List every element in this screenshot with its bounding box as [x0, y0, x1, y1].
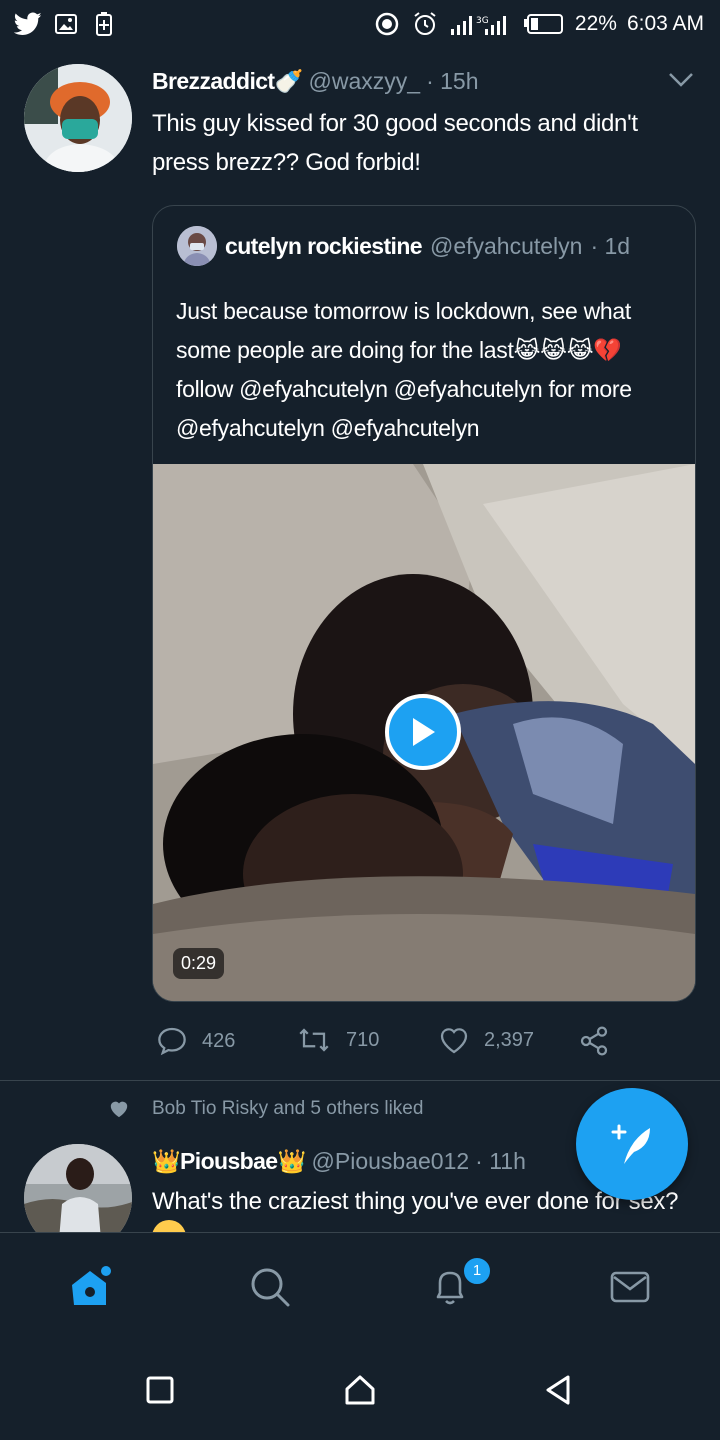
- home-icon: [72, 1266, 111, 1305]
- signal-strength-icon: 3G: [449, 10, 513, 38]
- social-context-text: Bob Tio Risky and 5 others liked: [152, 1098, 424, 1119]
- username[interactable]: @waxzyy_: [309, 68, 421, 95]
- video-player[interactable]: 0:29: [153, 464, 695, 1001]
- tab-messages[interactable]: [606, 1263, 654, 1311]
- heart-icon: [110, 1101, 128, 1118]
- quoted-tweet-text: Just because tomorrow is lockdown, see w…: [176, 298, 632, 441]
- quoted-avatar: [177, 226, 217, 266]
- avatar[interactable]: [24, 64, 132, 172]
- tweet-header: Brezzaddict🍼 @waxzyy_ · 15h: [152, 68, 479, 95]
- retweet-count: 710: [346, 1028, 380, 1051]
- display-name[interactable]: 👑Piousbae👑: [152, 1148, 306, 1175]
- emoji-icon: [152, 1220, 186, 1232]
- quoted-display-name: cutelyn rockiestine: [225, 232, 423, 259]
- image-notification-icon: [52, 10, 80, 38]
- mail-icon: [610, 1271, 650, 1303]
- play-button[interactable]: [385, 694, 461, 770]
- divider: [0, 1080, 720, 1081]
- quoted-timestamp: · 1d: [590, 232, 631, 259]
- status-bar: 3G 22% 6:03 AM: [0, 0, 720, 50]
- share-button[interactable]: [578, 1025, 610, 1057]
- reply-icon: [158, 1027, 186, 1056]
- square-icon: [146, 1376, 174, 1404]
- tweet-text: This guy kissed for 30 good seconds and …: [152, 110, 638, 176]
- reply-button[interactable]: 426: [156, 1025, 235, 1057]
- feather-plus-icon: [611, 1124, 650, 1164]
- like-button[interactable]: 2,397: [438, 1025, 534, 1055]
- tab-search[interactable]: [246, 1263, 294, 1311]
- quoted-tweet[interactable]: cutelyn rockiestine @efyahcutelyn · 1d J…: [152, 205, 696, 1002]
- twitter-notification-icon: [14, 10, 42, 38]
- heart-icon: [440, 1028, 468, 1054]
- back-triangle-icon: [546, 1375, 570, 1405]
- battery-icon: [523, 10, 565, 38]
- retweet-button[interactable]: 710: [296, 1025, 379, 1055]
- share-icon: [580, 1026, 608, 1056]
- home-button[interactable]: [342, 1372, 378, 1408]
- quoted-tweet-header: cutelyn rockiestine @efyahcutelyn · 1d: [177, 226, 630, 266]
- social-context: Bob Tio Risky and 5 others liked: [108, 1098, 423, 1120]
- tab-home[interactable]: [66, 1263, 114, 1311]
- compose-tweet-button[interactable]: [576, 1088, 688, 1200]
- avatar[interactable]: [24, 1144, 132, 1232]
- tweet-header: 👑Piousbae👑 @Piousbae012 · 11h: [152, 1148, 526, 1175]
- notification-badge: 1: [462, 1256, 492, 1286]
- search-icon: [251, 1268, 290, 1307]
- timestamp: · 15h: [426, 68, 479, 94]
- username[interactable]: @Piousbae012: [312, 1148, 470, 1175]
- battery-saver-icon: [90, 10, 118, 38]
- clock: 6:03 AM: [626, 12, 704, 35]
- network-type-label: 3G: [476, 16, 489, 26]
- bottom-tab-bar: 1: [0, 1232, 720, 1341]
- retweet-icon: [299, 1028, 329, 1052]
- tweet[interactable]: Brezzaddict🍼 @waxzyy_ · 15h This guy kis…: [0, 50, 720, 1080]
- recent-apps-button[interactable]: [142, 1372, 178, 1408]
- tweet-actions: 426 710 2,397: [152, 1025, 672, 1061]
- video-duration: 0:29: [173, 948, 225, 979]
- chevron-down-icon[interactable]: [668, 72, 694, 93]
- system-navigation-bar: [0, 1340, 720, 1440]
- battery-percentage: 22%: [574, 12, 617, 35]
- reply-count: 426: [202, 1029, 236, 1052]
- quoted-username: @efyahcutelyn: [429, 232, 583, 259]
- alarm-icon: [411, 10, 439, 38]
- back-button[interactable]: [540, 1372, 576, 1408]
- timestamp: · 11h: [475, 1148, 526, 1174]
- data-saver-icon: [373, 10, 401, 38]
- display-name[interactable]: Brezzaddict🍼: [152, 68, 303, 95]
- like-count: 2,397: [484, 1028, 535, 1051]
- house-outline-icon: [345, 1375, 375, 1405]
- play-icon: [413, 718, 435, 746]
